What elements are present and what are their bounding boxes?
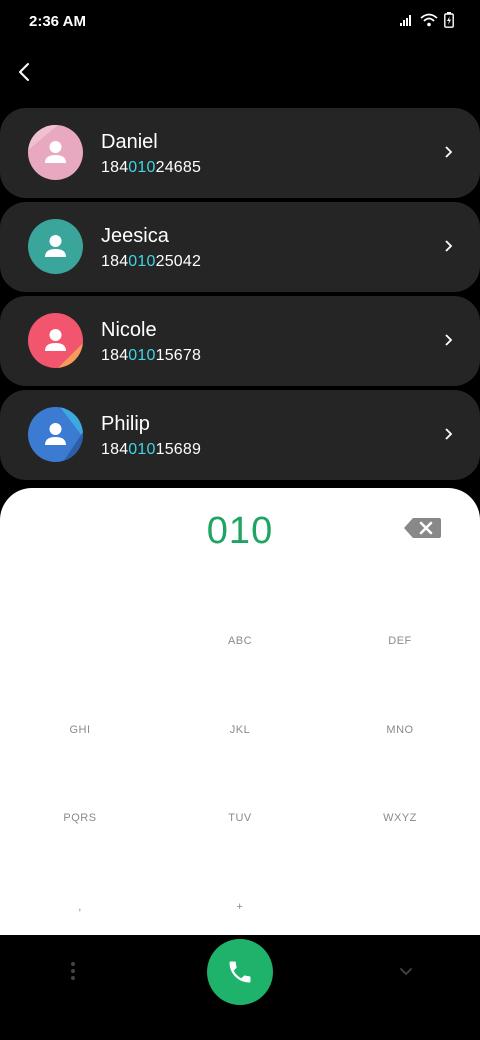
contact-number: 18401025042 <box>101 253 202 270</box>
more-options-icon[interactable] <box>63 959 83 983</box>
contact-card-nicole[interactable]: Nicole 18401015678 <box>0 296 480 386</box>
key-3[interactable]: DEF <box>320 635 480 647</box>
chevron-right-icon[interactable] <box>444 239 454 253</box>
chevron-down-icon[interactable] <box>396 963 416 979</box>
avatar <box>28 219 83 274</box>
status-icons <box>400 12 454 28</box>
contact-card-daniel[interactable]: Daniel 18401024685 <box>0 108 480 198</box>
bottom-bar <box>0 935 480 1040</box>
call-button[interactable] <box>207 939 273 1005</box>
key-5[interactable]: JKL <box>160 724 320 736</box>
signal-icon <box>400 15 411 26</box>
key-8[interactable]: TUV <box>160 812 320 824</box>
contact-card-jeesica[interactable]: Jeesica 18401025042 <box>0 202 480 292</box>
back-button[interactable] <box>8 56 40 88</box>
dialpad: 010 ABC DEF GHI JKL MNO PQRS TUV WXYZ , … <box>0 488 480 935</box>
chevron-right-icon[interactable] <box>444 145 454 159</box>
contact-list: Daniel 18401024685 Jeesica 18401025042 N… <box>0 108 480 484</box>
contact-name: Daniel <box>101 131 158 153</box>
contact-number: 18401015678 <box>101 347 202 364</box>
key-7[interactable]: PQRS <box>0 812 160 824</box>
phone-icon <box>229 961 251 983</box>
person-icon <box>28 313 83 368</box>
contact-number: 18401015689 <box>101 441 202 458</box>
chevron-right-icon[interactable] <box>444 333 454 347</box>
key-0[interactable]: + <box>160 901 320 913</box>
battery-icon <box>444 12 454 28</box>
contact-card-philip[interactable]: Philip 18401015689 <box>0 390 480 480</box>
key-4[interactable]: GHI <box>0 724 160 736</box>
key-6[interactable]: MNO <box>320 724 480 736</box>
contact-name: Nicole <box>101 319 157 341</box>
contact-name: Philip <box>101 413 150 435</box>
person-icon <box>28 407 83 462</box>
person-icon <box>28 125 83 180</box>
status-time: 2:36 AM <box>29 13 86 30</box>
contact-name: Jeesica <box>101 225 169 247</box>
key-2[interactable]: ABC <box>160 635 320 647</box>
chevron-right-icon[interactable] <box>444 427 454 441</box>
backspace-icon[interactable] <box>403 516 443 540</box>
person-icon <box>28 219 83 274</box>
wifi-icon <box>420 13 438 27</box>
back-arrow-icon <box>19 63 29 81</box>
avatar <box>28 313 83 368</box>
avatar <box>28 125 83 180</box>
avatar <box>28 407 83 462</box>
key-9[interactable]: WXYZ <box>320 812 480 824</box>
contact-number: 18401024685 <box>101 159 202 176</box>
key-star[interactable]: , <box>0 901 160 913</box>
status-bar: 2:36 AM <box>0 0 480 44</box>
